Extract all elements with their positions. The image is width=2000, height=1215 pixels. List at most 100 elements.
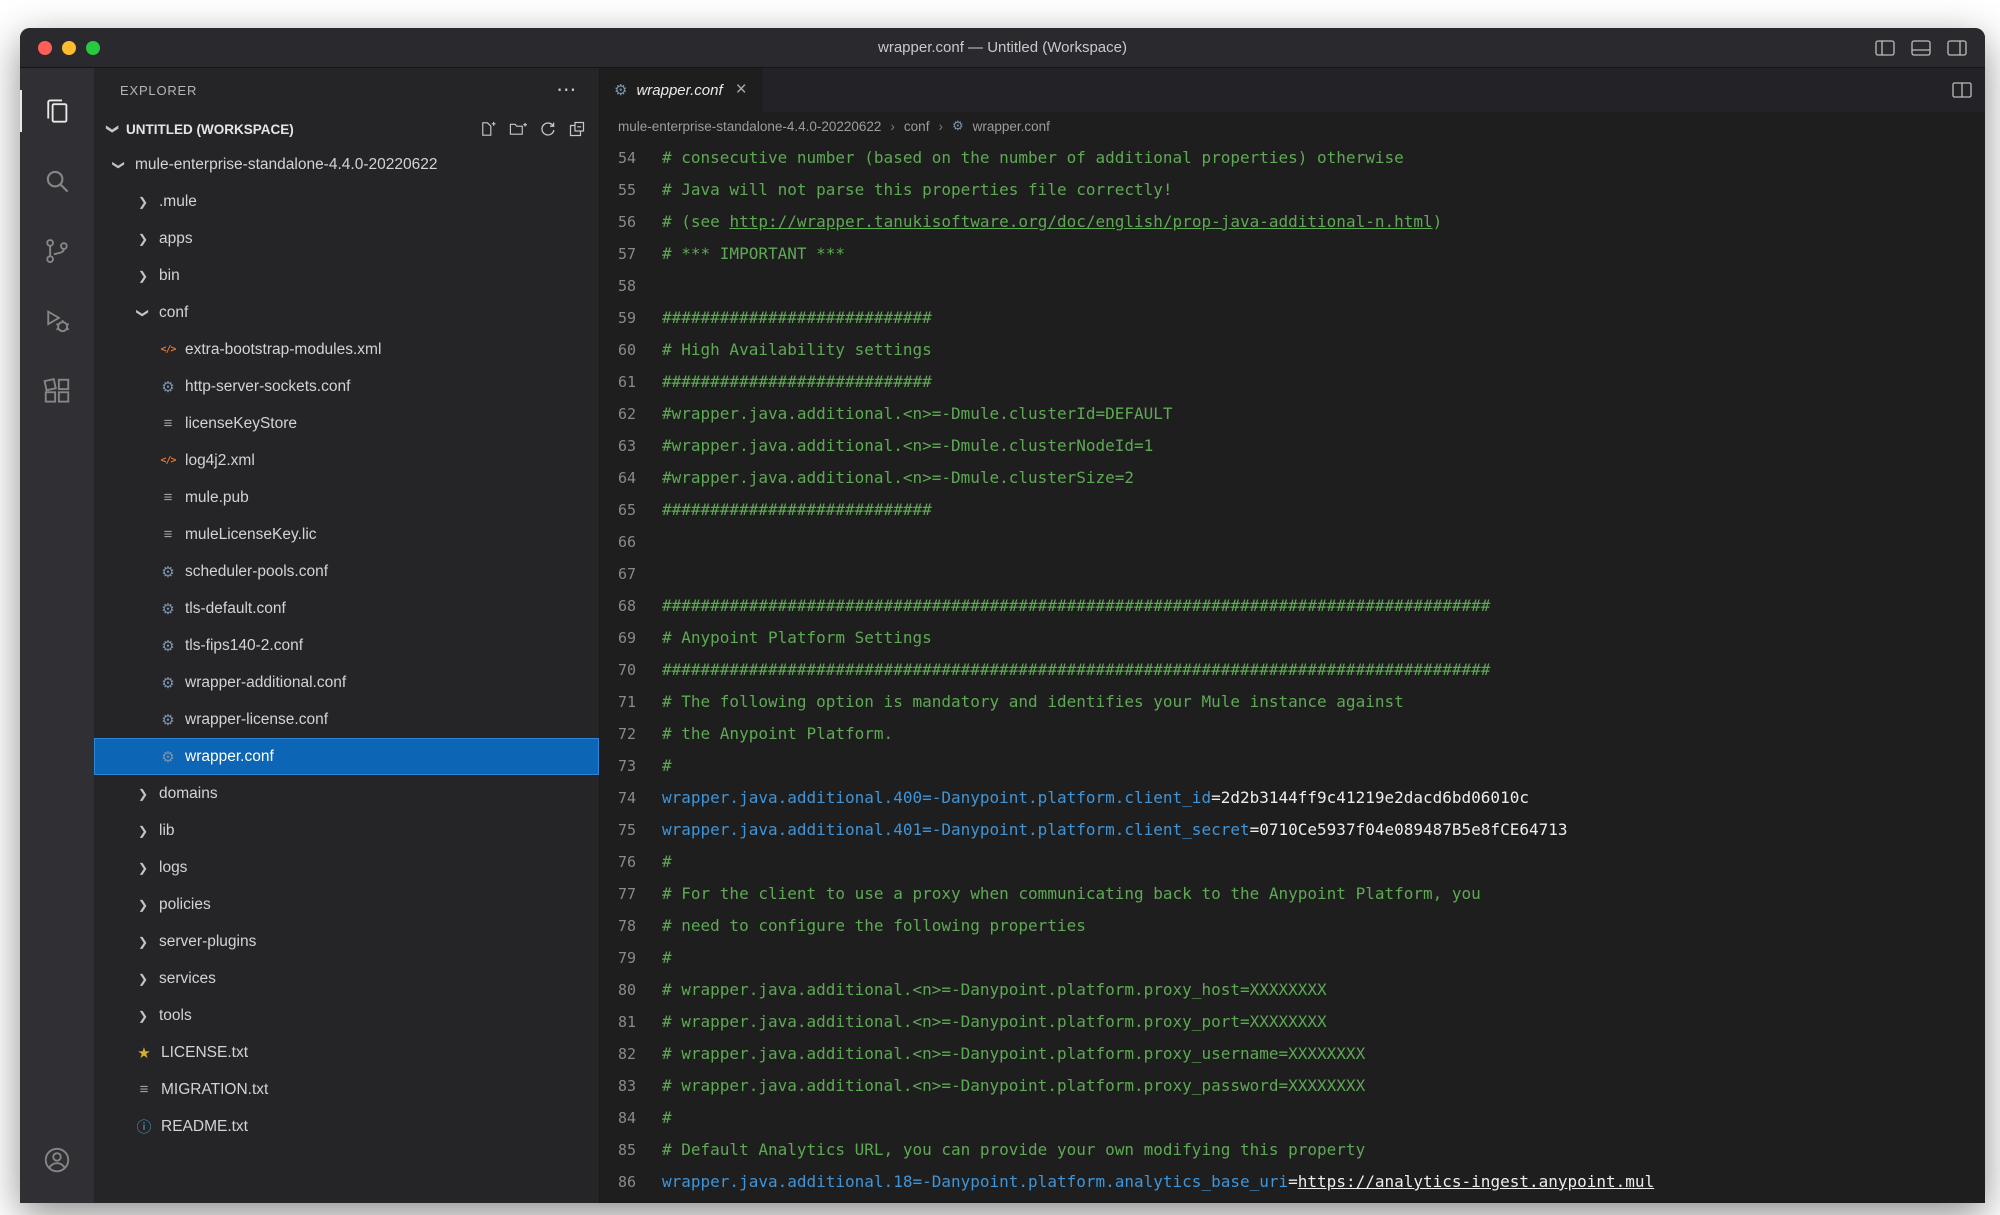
close-tab-icon[interactable]: ×: [736, 79, 747, 101]
tree-item-readme-txt[interactable]: ⓘREADME.txt: [94, 1108, 599, 1145]
tree-item-lib[interactable]: ❯lib: [94, 812, 599, 849]
code-line-85[interactable]: 85# Default Analytics URL, you can provi…: [600, 1134, 1985, 1166]
toggle-secondary-sidebar-icon[interactable]: [1947, 39, 1967, 57]
code-line-67[interactable]: 67: [600, 558, 1985, 590]
split-editor-icon[interactable]: [1939, 68, 1985, 112]
code-line-77[interactable]: 77# For the client to use a proxy when c…: [600, 878, 1985, 910]
minimize-window-button[interactable]: [62, 41, 76, 55]
tree-item-mulelicensekey-lic[interactable]: ≡muleLicenseKey.lic: [94, 516, 599, 553]
tabbar-spacer: [762, 68, 1939, 112]
code-line-71[interactable]: 71# The following option is mandatory an…: [600, 686, 1985, 718]
code-text: #wrapper.java.additional.<n>=-Dmule.clus…: [662, 462, 1134, 494]
code-line-56[interactable]: 56# (see http://wrapper.tanukisoftware.o…: [600, 206, 1985, 238]
code-line-61[interactable]: 61############################: [600, 366, 1985, 398]
account-icon[interactable]: [20, 1125, 94, 1195]
tree-item-wrapper-additional-conf[interactable]: ⚙wrapper-additional.conf: [94, 664, 599, 701]
tab-wrapper-conf[interactable]: ⚙ wrapper.conf ×: [600, 68, 762, 112]
code-line-68[interactable]: 68######################################…: [600, 590, 1985, 622]
code-line-76[interactable]: 76#: [600, 846, 1985, 878]
code-line-78[interactable]: 78# need to configure the following prop…: [600, 910, 1985, 942]
workspace-section-header[interactable]: ❯ UNTITLED (WORKSPACE): [94, 112, 599, 146]
tree-item-services[interactable]: ❯services: [94, 960, 599, 997]
code-line-55[interactable]: 55# Java will not parse this properties …: [600, 174, 1985, 206]
toggle-sidebar-icon[interactable]: [1875, 39, 1895, 57]
code-line-59[interactable]: 59############################: [600, 302, 1985, 334]
zoom-window-button[interactable]: [86, 41, 100, 55]
code-line-84[interactable]: 84#: [600, 1102, 1985, 1134]
run-debug-icon[interactable]: [20, 286, 94, 356]
vscode-window: wrapper.conf — Untitled (Workspace): [20, 28, 1985, 1203]
chevron-right-icon: ❯: [134, 935, 152, 949]
gear-icon: ⚙: [158, 378, 178, 396]
tree-item-scheduler-pools-conf[interactable]: ⚙scheduler-pools.conf: [94, 553, 599, 590]
extensions-icon[interactable]: [20, 356, 94, 426]
code-line-62[interactable]: 62#wrapper.java.additional.<n>=-Dmule.cl…: [600, 398, 1985, 430]
source-control-icon[interactable]: [20, 216, 94, 286]
tree-item-log4j2-xml[interactable]: </>log4j2.xml: [94, 442, 599, 479]
tree-item-license-txt[interactable]: ★LICENSE.txt: [94, 1034, 599, 1071]
code-line-72[interactable]: 72# the Anypoint Platform.: [600, 718, 1985, 750]
code-line-65[interactable]: 65############################: [600, 494, 1985, 526]
code-line-83[interactable]: 83# wrapper.java.additional.<n>=-Danypoi…: [600, 1070, 1985, 1102]
tree-item-apps[interactable]: ❯apps: [94, 220, 599, 257]
tree-item-wrapper-license-conf[interactable]: ⚙wrapper-license.conf: [94, 701, 599, 738]
code-line-70[interactable]: 70######################################…: [600, 654, 1985, 686]
tree-item-conf[interactable]: ❯conf: [94, 294, 599, 331]
breadcrumb-item-conf[interactable]: conf: [904, 119, 930, 134]
tree-item-domains[interactable]: ❯domains: [94, 775, 599, 812]
tree-item-server-plugins[interactable]: ❯server-plugins: [94, 923, 599, 960]
code-line-58[interactable]: 58: [600, 270, 1985, 302]
code-line-64[interactable]: 64#wrapper.java.additional.<n>=-Dmule.cl…: [600, 462, 1985, 494]
code-line-69[interactable]: 69# Anypoint Platform Settings: [600, 622, 1985, 654]
tree-item-mule-enterprise-standalone-4-4-0-20220622[interactable]: ❯mule-enterprise-standalone-4.4.0-202206…: [94, 146, 599, 183]
tree-item-label: wrapper-additional.conf: [185, 674, 346, 692]
tree-item-policies[interactable]: ❯policies: [94, 886, 599, 923]
main-area: EXPLORER ⋯ ❯ UNTITLED (WORKSPACE): [20, 68, 1985, 1203]
search-icon[interactable]: [20, 146, 94, 216]
tree-item-label: scheduler-pools.conf: [185, 563, 328, 581]
close-window-button[interactable]: [38, 41, 52, 55]
more-actions-icon[interactable]: ⋯: [556, 80, 577, 100]
code-line-82[interactable]: 82# wrapper.java.additional.<n>=-Danypoi…: [600, 1038, 1985, 1070]
code-line-54[interactable]: 54# consecutive number (based on the num…: [600, 142, 1985, 174]
code-line-80[interactable]: 80# wrapper.java.additional.<n>=-Danypoi…: [600, 974, 1985, 1006]
explorer-icon[interactable]: [20, 76, 94, 146]
doc-icon: ≡: [158, 489, 178, 506]
code-line-57[interactable]: 57# *** IMPORTANT ***: [600, 238, 1985, 270]
tree-item-label: extra-bootstrap-modules.xml: [185, 341, 381, 359]
chevron-right-icon: ❯: [134, 824, 152, 838]
code-line-86[interactable]: 86wrapper.java.additional.18=-Danypoint.…: [600, 1166, 1985, 1198]
new-file-icon[interactable]: [479, 121, 496, 137]
tree-item-http-server-sockets-conf[interactable]: ⚙http-server-sockets.conf: [94, 368, 599, 405]
tree-item-tls-fips140-2-conf[interactable]: ⚙tls-fips140-2.conf: [94, 627, 599, 664]
tree-item-mule[interactable]: ❯.mule: [94, 183, 599, 220]
line-number: 69: [600, 622, 662, 654]
code-line-81[interactable]: 81# wrapper.java.additional.<n>=-Danypoi…: [600, 1006, 1985, 1038]
chevron-down-icon: ❯: [112, 156, 126, 174]
refresh-icon[interactable]: [540, 121, 556, 137]
code-editor[interactable]: 54# consecutive number (based on the num…: [600, 140, 1985, 1203]
code-text: #: [662, 846, 672, 878]
breadcrumb-item-file[interactable]: wrapper.conf: [973, 119, 1050, 134]
collapse-all-icon[interactable]: [569, 121, 585, 137]
code-line-63[interactable]: 63#wrapper.java.additional.<n>=-Dmule.cl…: [600, 430, 1985, 462]
tree-item-migration-txt[interactable]: ≡MIGRATION.txt: [94, 1071, 599, 1108]
tree-item-tools[interactable]: ❯tools: [94, 997, 599, 1034]
tree-item-logs[interactable]: ❯logs: [94, 849, 599, 886]
code-line-74[interactable]: 74wrapper.java.additional.400=-Danypoint…: [600, 782, 1985, 814]
code-line-60[interactable]: 60# High Availability settings: [600, 334, 1985, 366]
code-line-79[interactable]: 79#: [600, 942, 1985, 974]
tree-item-bin[interactable]: ❯bin: [94, 257, 599, 294]
tree-item-licensekeystore[interactable]: ≡licenseKeyStore: [94, 405, 599, 442]
toggle-panel-icon[interactable]: [1911, 39, 1931, 57]
tree-item-mule-pub[interactable]: ≡mule.pub: [94, 479, 599, 516]
breadcrumb-item-root[interactable]: mule-enterprise-standalone-4.4.0-2022062…: [618, 119, 881, 134]
new-folder-icon[interactable]: [509, 121, 527, 137]
tree-item-tls-default-conf[interactable]: ⚙tls-default.conf: [94, 590, 599, 627]
code-line-66[interactable]: 66: [600, 526, 1985, 558]
code-line-75[interactable]: 75wrapper.java.additional.401=-Danypoint…: [600, 814, 1985, 846]
code-line-73[interactable]: 73#: [600, 750, 1985, 782]
tree-item-extra-bootstrap-modules-xml[interactable]: </>extra-bootstrap-modules.xml: [94, 331, 599, 368]
line-number: 83: [600, 1070, 662, 1102]
tree-item-wrapper-conf[interactable]: ⚙wrapper.conf: [94, 738, 599, 775]
